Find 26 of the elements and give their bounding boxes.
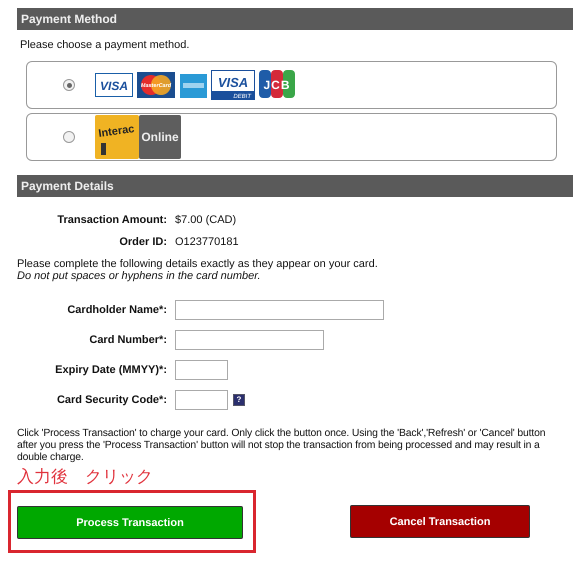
radio-button[interactable] [63,79,75,91]
input-field[interactable] [175,300,384,320]
summary-value: $7.00 (CAD) [175,214,236,226]
input-field[interactable] [175,390,228,410]
field-label: Expiry Date (MMYY)*: [54,364,168,376]
section-header: Payment Method [17,8,573,30]
field-label: Cardholder Name*: [66,304,168,316]
field-label: Card Security Code*: [56,394,168,406]
annotation-text: 入力後 クリック [17,467,154,487]
card-logo: Interac Online [95,115,181,159]
radio-button[interactable] [63,131,75,143]
field-label: Card Number*: [88,334,168,346]
card-logo: VISA [95,70,133,100]
input-field[interactable] [175,360,228,380]
hint-text: Do not put spaces or hyphens in the card number. [17,270,262,282]
summary-label: Order ID: [118,236,168,248]
input-field[interactable] [175,330,324,350]
cancel-button[interactable]: Cancel Transaction [350,505,530,538]
section-header: Payment Details [17,175,573,197]
prompt-text: Please choose a payment method. [20,39,190,51]
instruction-text: Please complete the following details exactly as they appear on your card. [17,258,379,270]
help-icon[interactable]: ? [233,394,245,406]
warning-text: Click 'Process Transaction' to charge your card. Only click the button once. Using the 'Back','Refresh' or 'Cancel' button after you press the 'Process Transaction' button will not stop the transaction from being processed and may result in a double charge. [17,428,546,464]
payment-option-card[interactable]: Interac Online [26,113,557,161]
summary-value: O123770181 [175,236,239,248]
summary-label: Transaction Amount: [56,214,168,226]
